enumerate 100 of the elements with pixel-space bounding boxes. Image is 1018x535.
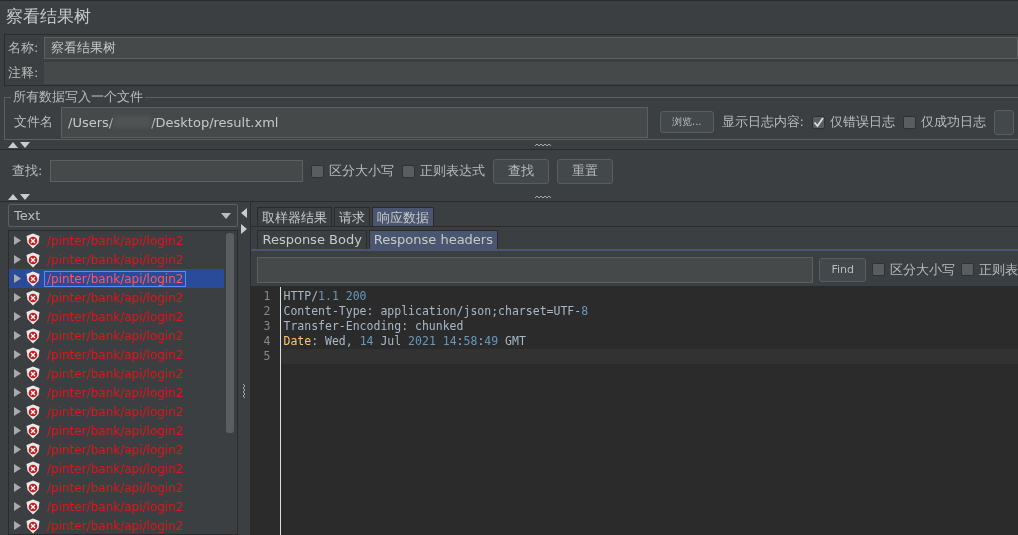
tree-row[interactable]: /pinter/bank/api/login2 (9, 421, 224, 440)
collapse-arrows-icon[interactable] (8, 192, 32, 201)
checkbox-label: 区分大小写 (329, 162, 395, 180)
expand-icon[interactable] (14, 426, 21, 435)
expand-icon[interactable] (14, 521, 21, 530)
expand-icon[interactable] (14, 369, 21, 378)
renderer-dropdown[interactable]: Text (8, 204, 238, 227)
tree-row[interactable]: /pinter/bank/api/login2 (9, 345, 224, 364)
sample-label: /pinter/bank/api/login2 (46, 366, 185, 381)
tree-row[interactable]: /pinter/bank/api/login2 (9, 326, 224, 345)
tree-row[interactable]: /pinter/bank/api/login2 (9, 516, 224, 534)
tree-row[interactable]: /pinter/bank/api/login2 (9, 440, 224, 459)
comment-label: 注释: (8, 64, 39, 82)
tree-row[interactable]: /pinter/bank/api/login2 (9, 497, 224, 516)
error-shield-icon (26, 384, 40, 401)
error-shield-icon (26, 327, 40, 344)
tree-row[interactable]: /pinter/bank/api/login2 (9, 269, 224, 288)
checkbox-label: 仅成功日志 (920, 113, 986, 131)
filename-label: 文件名 (14, 113, 53, 131)
expand-icon[interactable] (14, 445, 21, 454)
tab[interactable]: 响应数据 (372, 207, 435, 226)
expand-icon[interactable] (14, 464, 21, 473)
search-button[interactable]: 查找 (493, 158, 550, 184)
error-shield-icon (26, 346, 40, 363)
window-title: 察看结果树 (5, 5, 92, 28)
tree-row[interactable]: /pinter/bank/api/login2 (9, 459, 224, 478)
error-shield-icon (26, 232, 40, 249)
error-shield-icon (26, 308, 40, 325)
sample-label: /pinter/bank/api/login2 (46, 499, 185, 514)
checkbox[interactable] (311, 164, 325, 178)
sample-label: /pinter/bank/api/login2 (46, 480, 185, 495)
error-shield-icon (26, 441, 40, 458)
tree-row[interactable]: /pinter/bank/api/login2 (9, 478, 224, 497)
line-number: 2 (263, 304, 272, 319)
expand-icon[interactable] (14, 502, 21, 511)
checkbox-label: 正则表达式 (420, 162, 486, 180)
error-shield-icon (26, 251, 40, 268)
grip-icon[interactable] (535, 143, 551, 147)
collapse-arrows-icon[interactable] (8, 140, 32, 149)
checkbox[interactable] (402, 164, 416, 178)
tree-row[interactable]: /pinter/bank/api/login2 (9, 402, 224, 421)
tree-row[interactable]: /pinter/bank/api/login2 (9, 364, 224, 383)
name-label: 名称: (8, 39, 39, 57)
expand-icon[interactable] (14, 350, 21, 359)
grip-icon[interactable] (535, 195, 551, 199)
comment-field[interactable] (44, 62, 1018, 84)
code-line: Content-Type: application/json;charset=UTF-8 (282, 304, 590, 319)
expand-icon[interactable] (14, 255, 21, 264)
group-legend: 所有数据写入一个文件 (11, 88, 145, 106)
error-shield-icon (26, 289, 40, 306)
error-shield-icon (26, 517, 40, 534)
path-start: /Users/ (68, 114, 114, 130)
checkbox-label: 仅错误日志 (829, 113, 895, 131)
path-end: /Desktop/result.xml (151, 114, 279, 130)
split-arrows-icon[interactable] (241, 208, 248, 234)
expand-icon[interactable] (14, 274, 21, 283)
code-line: Transfer-Encoding: chunked (282, 319, 465, 334)
tab[interactable]: 请求 (334, 207, 371, 226)
code-line: HTTP/1.1 200 (282, 289, 368, 304)
tree-row[interactable]: /pinter/bank/api/login2 (9, 307, 224, 326)
tab[interactable]: Response headers (368, 230, 498, 249)
tree-row[interactable]: /pinter/bank/api/login2 (9, 383, 224, 402)
sample-label: /pinter/bank/api/login2 (46, 309, 185, 324)
checkbox[interactable] (872, 263, 885, 276)
search-field[interactable] (50, 160, 304, 182)
tab[interactable]: Response Body (257, 230, 367, 249)
name-field[interactable]: 察看结果树 (44, 37, 1018, 59)
expand-icon[interactable] (14, 236, 21, 245)
tree-row[interactable]: /pinter/bank/api/login2 (9, 231, 224, 250)
browse-button[interactable]: 浏览... (660, 111, 714, 133)
tree-row[interactable]: /pinter/bank/api/login2 (9, 288, 224, 307)
expand-icon[interactable] (14, 483, 21, 492)
search-label: 查找: (12, 162, 43, 180)
tab[interactable]: 取样器结果 (257, 207, 333, 226)
sample-label: /pinter/bank/api/login2 (46, 461, 185, 476)
grip-icon[interactable] (242, 384, 247, 398)
sample-label: /pinter/bank/api/login2 (46, 423, 185, 438)
checkbox[interactable] (902, 115, 916, 129)
tree-row[interactable]: /pinter/bank/api/login2 (9, 250, 224, 269)
error-shield-icon (26, 422, 40, 439)
expand-icon[interactable] (14, 312, 21, 321)
reset-button[interactable]: 重置 (557, 158, 614, 184)
error-shield-icon (26, 498, 40, 515)
sample-label: /pinter/bank/api/login2 (46, 518, 185, 533)
expand-icon[interactable] (14, 293, 21, 302)
find-button[interactable]: Find (819, 257, 866, 282)
expand-icon[interactable] (14, 331, 21, 340)
sample-label: /pinter/bank/api/login2 (46, 385, 185, 400)
expand-icon[interactable] (14, 407, 21, 416)
log-label: 显示日志内容: (721, 113, 804, 131)
checkbox[interactable] (961, 263, 974, 276)
line-number: 3 (263, 319, 272, 334)
error-shield-icon (26, 365, 40, 382)
caret-icon (220, 212, 231, 219)
find-field[interactable] (257, 256, 814, 283)
filename-field[interactable]: /Users/ /Desktop/result.xml (61, 106, 648, 138)
scrollbar-thumb[interactable] (225, 233, 234, 433)
expand-icon[interactable] (14, 388, 21, 397)
sample-label: /pinter/bank/api/login2 (45, 271, 186, 286)
checkbox[interactable] (811, 115, 825, 129)
